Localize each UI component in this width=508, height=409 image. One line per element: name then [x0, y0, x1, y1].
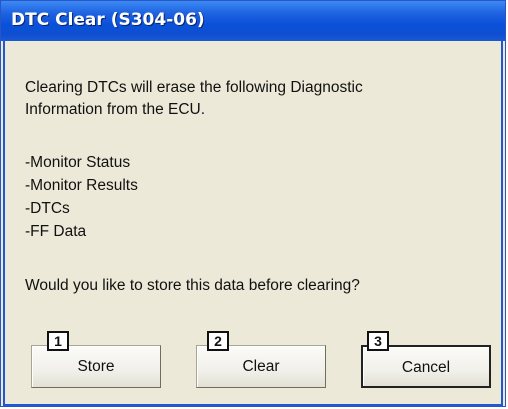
store-shortcut-number: 1: [47, 331, 69, 351]
clear-shortcut-number: 2: [207, 331, 229, 351]
store-button[interactable]: Store: [31, 345, 161, 388]
message-line-2: Information from the ECU.: [25, 101, 206, 118]
dtc-clear-dialog: DTC Clear (S304-06) Clearing DTCs will e…: [0, 0, 506, 407]
info-item-monitor-status: -Monitor Status: [25, 154, 131, 171]
store-button-label: Store: [77, 358, 115, 375]
cancel-shortcut-number: 3: [367, 331, 389, 351]
dialog-title: DTC Clear (S304-06): [11, 10, 205, 30]
clear-button-label: Clear: [242, 358, 280, 375]
title-bar[interactable]: DTC Clear (S304-06): [1, 1, 505, 41]
clear-button[interactable]: Clear: [196, 345, 326, 388]
store-question: Would you like to store this data before…: [25, 277, 360, 294]
cancel-button[interactable]: Cancel: [361, 345, 491, 388]
info-item-ff-data: -FF Data: [25, 223, 87, 240]
info-item-monitor-results: -Monitor Results: [25, 177, 138, 194]
message-line-1: Clearing DTCs will erase the following D…: [25, 79, 363, 96]
cancel-button-label: Cancel: [401, 359, 451, 376]
info-item-dtcs: -DTCs: [25, 200, 70, 217]
